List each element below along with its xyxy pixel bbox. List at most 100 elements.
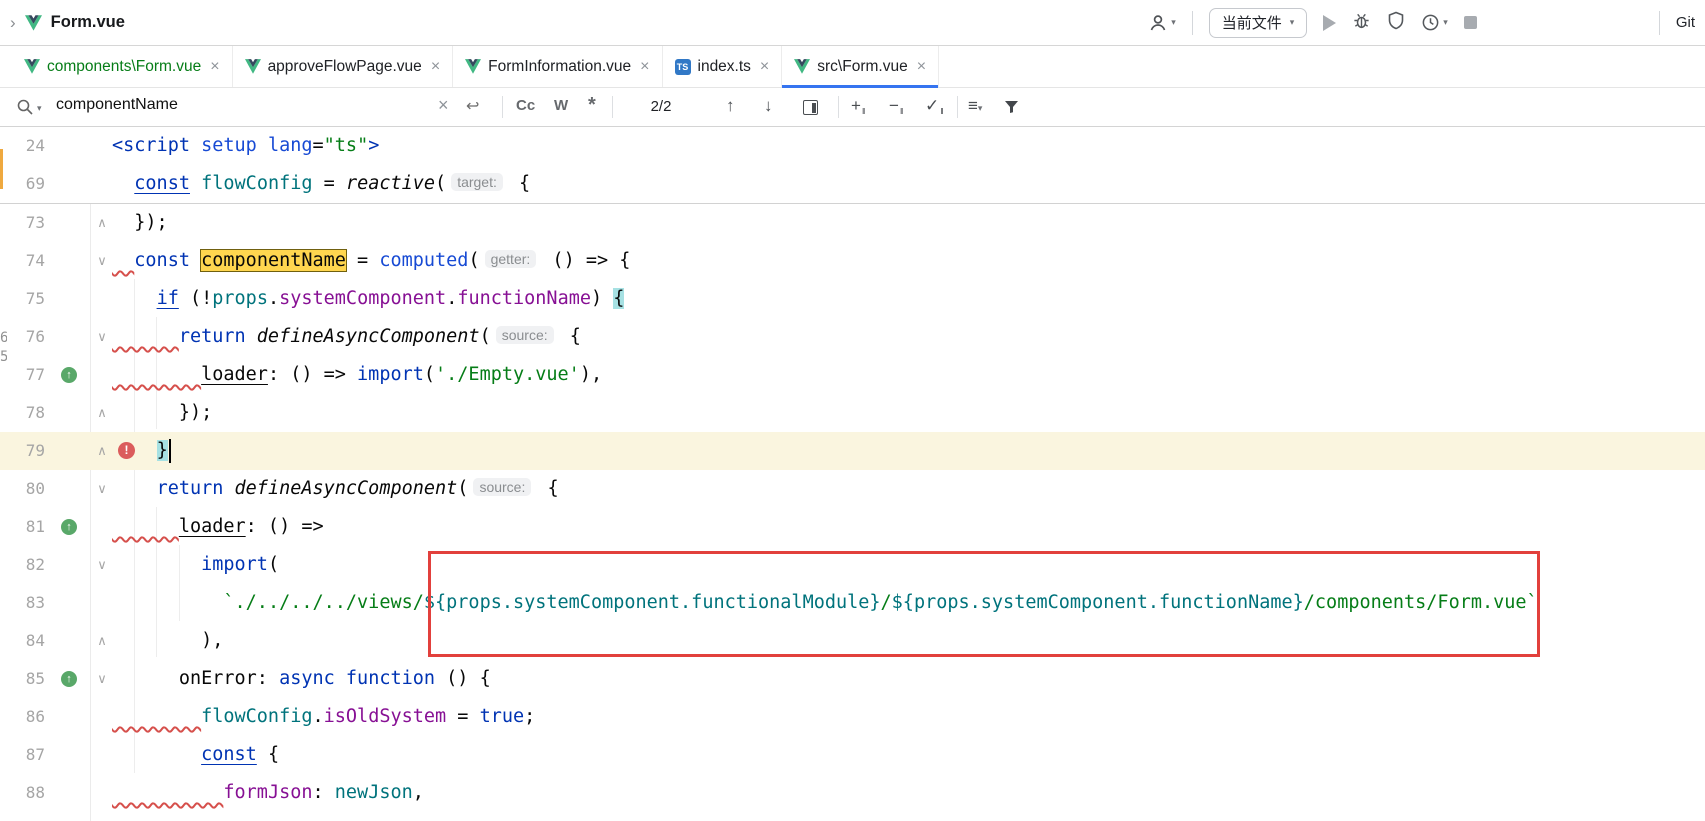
- editor-tab[interactable]: src\Form.vue×: [782, 46, 939, 87]
- next-occurrence-icon[interactable]: ↓: [764, 96, 773, 116]
- run-configuration-dropdown[interactable]: 当前文件 ▾: [1209, 8, 1308, 38]
- code-line[interactable]: 88 formJson: newJson,: [0, 774, 1705, 812]
- tab-close-icon[interactable]: ×: [760, 58, 769, 76]
- line-number[interactable]: 86: [0, 698, 45, 736]
- code-line[interactable]: 84∧ ),: [0, 622, 1705, 660]
- line-number[interactable]: 24: [0, 127, 45, 165]
- toolbar-divider: [1659, 11, 1660, 35]
- search-options-icon[interactable]: ≡▾: [968, 96, 982, 116]
- search-history-chevron-icon[interactable]: ▾: [37, 103, 42, 114]
- fold-marker-icon[interactable]: ∧: [92, 394, 112, 432]
- editor-tab[interactable]: approveFlowPage.vue×: [233, 46, 454, 87]
- search-icon[interactable]: [16, 98, 34, 121]
- code-line[interactable]: 81↑ loader: () =>: [0, 508, 1705, 546]
- line-number[interactable]: 83: [0, 584, 45, 622]
- code-text: });: [112, 204, 168, 242]
- line-number[interactable]: 69: [0, 165, 45, 203]
- code-text: }: [112, 432, 171, 470]
- filter-icon[interactable]: [1004, 100, 1019, 119]
- editor-tab[interactable]: TSindex.ts×: [663, 46, 783, 87]
- line-number[interactable]: 79: [0, 432, 45, 470]
- user-account-button[interactable]: ▾: [1148, 13, 1176, 33]
- code-editor[interactable]: 24<script setup lang="ts">69 const flowC…: [0, 127, 1705, 821]
- code-line[interactable]: 80∨ return defineAsyncComponent(source: …: [0, 470, 1705, 508]
- chevron-down-icon: ▾: [1443, 17, 1448, 28]
- tab-close-icon[interactable]: ×: [431, 58, 440, 76]
- code-line[interactable]: 73 ∧ });: [0, 204, 1705, 242]
- editor-tab[interactable]: components\Form.vue×: [12, 46, 233, 87]
- line-number[interactable]: 87: [0, 736, 45, 774]
- toolbar-divider: [1192, 11, 1193, 35]
- remove-occurrence-icon[interactable]: −II: [889, 96, 902, 116]
- vue-file-icon: [245, 59, 261, 74]
- code-line[interactable]: 76∨ return defineAsyncComponent(source: …: [0, 318, 1705, 356]
- code-text: });: [112, 394, 212, 432]
- git-widget[interactable]: Git: [1676, 14, 1695, 31]
- code-text: const flowConfig = reactive(target: {: [112, 165, 530, 203]
- ts-file-icon: TS: [675, 59, 691, 75]
- code-line[interactable]: 87 const {: [0, 736, 1705, 774]
- code-text: onError: async function () {: [112, 660, 491, 698]
- previous-occurrence-icon[interactable]: ↑: [726, 96, 735, 116]
- left-edge-artifact: 5: [0, 349, 7, 365]
- fold-marker-icon[interactable]: ∧: [92, 204, 112, 242]
- fold-marker-icon[interactable]: ∨: [92, 546, 112, 584]
- clear-search-icon[interactable]: ×: [438, 95, 449, 116]
- add-occurrence-icon[interactable]: +II: [851, 96, 864, 116]
- run-button[interactable]: [1323, 15, 1336, 31]
- title-bar: › Form.vue ▾ 当前文件 ▾ ▾ Git: [0, 0, 1705, 46]
- line-number[interactable]: 85: [0, 660, 45, 698]
- newline-icon[interactable]: ↩: [466, 96, 479, 116]
- whole-words-toggle[interactable]: W: [554, 97, 568, 114]
- gutter-arrow-icon[interactable]: ↑: [61, 367, 77, 383]
- code-line[interactable]: 78 ∧ });: [0, 394, 1705, 432]
- stop-button[interactable]: [1464, 16, 1477, 29]
- line-number[interactable]: 78: [0, 394, 45, 432]
- match-case-toggle[interactable]: Cc: [516, 97, 535, 114]
- editor-tab[interactable]: FormInformation.vue ×: [453, 46, 662, 87]
- line-number[interactable]: 80: [0, 470, 45, 508]
- tab-bar: components\Form.vue×approveFlowPage.vue×…: [0, 46, 1705, 88]
- code-text: const componentName = computed(getter: (…: [112, 242, 630, 280]
- code-line[interactable]: 24<script setup lang="ts">: [0, 127, 1705, 165]
- code-line[interactable]: 75 if (!props.systemComponent.functionNa…: [0, 280, 1705, 318]
- fold-marker-icon[interactable]: ∧: [92, 432, 112, 470]
- fold-marker-icon[interactable]: ∧: [92, 622, 112, 660]
- gutter-arrow-icon[interactable]: ↑: [61, 671, 77, 687]
- line-number[interactable]: 88: [0, 774, 45, 812]
- line-number[interactable]: 73: [0, 204, 45, 242]
- profiler-button[interactable]: ▾: [1421, 13, 1448, 32]
- code-line[interactable]: 83 `./../../../views/${props.systemCompo…: [0, 584, 1705, 622]
- regex-toggle[interactable]: *: [588, 94, 596, 117]
- line-number[interactable]: 84: [0, 622, 45, 660]
- code-line[interactable]: 82∨ import(: [0, 546, 1705, 584]
- open-results-icon[interactable]: [803, 100, 818, 115]
- coverage-button[interactable]: [1387, 11, 1405, 35]
- fold-marker-icon[interactable]: ∨: [92, 242, 112, 280]
- code-text: loader: () => import('./Empty.vue'),: [112, 356, 602, 394]
- search-input[interactable]: [54, 95, 428, 115]
- tab-close-icon[interactable]: ×: [210, 58, 219, 76]
- code-line[interactable]: 86 flowConfig.isOldSystem = true;: [0, 698, 1705, 736]
- code-line[interactable]: 74 ∨ const componentName = computed(gette…: [0, 242, 1705, 280]
- tab-close-icon[interactable]: ×: [640, 58, 649, 76]
- match-counter: 2/2: [636, 98, 686, 115]
- debug-button[interactable]: [1352, 11, 1371, 35]
- tab-label: FormInformation.vue: [488, 58, 631, 76]
- fold-marker-icon[interactable]: ∨: [92, 318, 112, 356]
- code-line[interactable]: 77↑ loader: () => import('./Empty.vue'),: [0, 356, 1705, 394]
- tab-close-icon[interactable]: ×: [917, 58, 926, 76]
- fold-marker-icon[interactable]: ∨: [92, 660, 112, 698]
- select-all-occurrences-icon[interactable]: ✓II: [925, 96, 943, 116]
- fold-marker-icon[interactable]: ∨: [92, 470, 112, 508]
- line-number[interactable]: 81: [0, 508, 45, 546]
- line-number[interactable]: 75: [0, 280, 45, 318]
- gutter-arrow-icon[interactable]: ↑: [61, 519, 77, 535]
- line-number[interactable]: 74: [0, 242, 45, 280]
- code-line[interactable]: 69 const flowConfig = reactive(target: {: [0, 165, 1705, 203]
- code-line[interactable]: 85 ∨ ↑ onError: async function () {: [0, 660, 1705, 698]
- code-line[interactable]: 79∧! }: [0, 432, 1705, 470]
- line-number[interactable]: 82: [0, 546, 45, 584]
- run-configuration-label: 当前文件: [1222, 12, 1282, 33]
- code-text: flowConfig.isOldSystem = true;: [112, 698, 535, 736]
